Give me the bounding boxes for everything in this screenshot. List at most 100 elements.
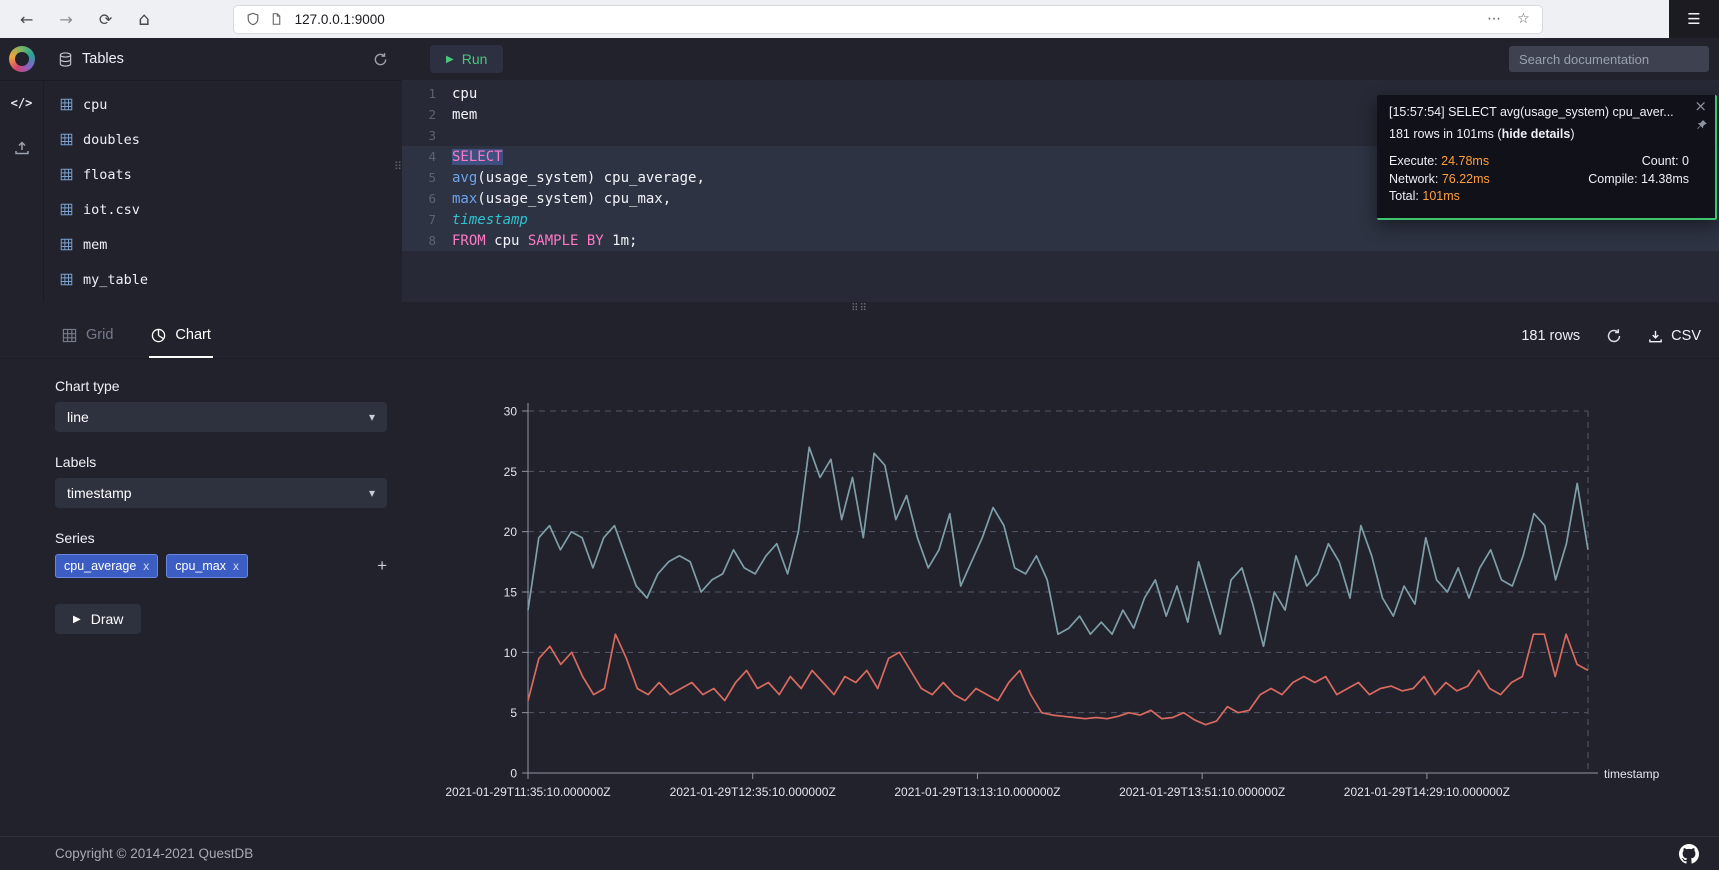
tab-grid-label: Grid [86,327,113,343]
shield-icon[interactable] [246,12,260,26]
chart-svg: 0510152025302021-01-29T11:35:10.000000Z2… [470,358,1700,836]
table-item-mem[interactable]: mem [44,227,402,262]
execute-value: 24.78ms [1441,154,1489,168]
table-item-iot-csv[interactable]: iot.csv [44,192,402,227]
tables-list: cpu doubles floats iot.csv mem my_table [44,80,402,302]
labels-value: timestamp [67,485,132,501]
horizontal-splitter[interactable]: ⠿⠿ [0,302,1719,314]
compile-value: Compile: 14.38ms [1588,171,1689,189]
table-grid-icon [60,203,73,216]
page-info-icon[interactable] [270,12,283,26]
bookmark-star-icon[interactable]: ☆ [1517,11,1530,27]
series-chip-cpu-max[interactable]: cpu_max x [166,554,248,578]
footer: Copyright © 2014-2021 QuestDB [0,836,1719,870]
download-icon [1648,329,1663,344]
import-upload-icon[interactable] [14,140,30,156]
table-name: cpu [83,97,107,113]
hide-details-link[interactable]: hide details [1502,127,1571,141]
pin-icon[interactable] [1696,119,1708,131]
draw-button[interactable]: ▶ Draw [55,604,141,634]
table-name: mem [83,237,107,253]
run-button[interactable]: ▶ Run [430,45,503,73]
run-play-icon: ▶ [446,54,454,65]
line-number: 4 [402,149,452,164]
refresh-page-icon[interactable]: ⟳ [99,10,112,29]
svg-text:30: 30 [504,405,518,419]
results-header: Grid Chart 181 rows CSV [0,314,1719,359]
pie-chart-icon [151,328,166,343]
table-item-cpu[interactable]: cpu [44,87,402,122]
remove-series-icon[interactable]: x [143,559,149,573]
questdb-logo-mark [9,46,35,72]
left-rail: </> [0,80,44,302]
table-grid-icon [60,168,73,181]
run-button-label: Run [462,51,488,67]
line-number: 6 [402,191,452,206]
code-line[interactable]: 8FROM cpu SAMPLE BY 1m; [402,230,1719,251]
series-label: Series [55,530,387,546]
notification-title: [15:57:54] SELECT avg(usage_system) cpu_… [1389,105,1689,119]
tab-chart[interactable]: Chart [149,314,212,358]
network-value: 76.22ms [1442,172,1490,186]
github-icon[interactable] [1679,844,1699,864]
panel-drag-handle-icon[interactable]: ⠿ [394,160,402,173]
chevron-down-icon: ▾ [369,486,375,500]
table-name: floats [83,167,132,183]
table-grid-icon [60,273,73,286]
draw-play-icon: ▶ [73,614,81,625]
chart-config-panel: Chart type line ▾ Labels timestamp ▾ Ser… [55,378,387,634]
svg-text:25: 25 [504,465,518,479]
svg-text:2021-01-29T13:13:10.000000Z: 2021-01-29T13:13:10.000000Z [894,785,1060,799]
home-icon[interactable]: ⌂ [138,9,149,30]
draw-button-label: Draw [91,611,124,627]
tab-chart-label: Chart [175,327,210,343]
remove-series-icon[interactable]: x [233,559,239,573]
table-item-floats[interactable]: floats [44,157,402,192]
tab-grid[interactable]: Grid [60,314,115,358]
svg-text:10: 10 [504,646,518,660]
forward-icon[interactable]: → [59,10,72,29]
url-input[interactable] [293,11,1477,28]
hamburger-menu-icon[interactable]: ☰ [1687,10,1700,28]
chevron-down-icon: ▾ [369,410,375,424]
app-topbar: Tables ▶ Run [0,38,1719,81]
code-editor-icon[interactable]: </> [11,96,33,110]
series-row: cpu_average x cpu_max x + [55,554,387,578]
more-options-icon[interactable]: ⋯ [1487,11,1501,27]
line-number: 1 [402,86,452,101]
back-icon[interactable]: ← [20,10,33,29]
questdb-console: Tables ▶ Run </> cpu [0,38,1719,870]
series-chip-cpu-average[interactable]: cpu_average x [55,554,158,578]
browser-toolbar: ← → ⟳ ⌂ ⋯ ☆ ☰ [0,0,1719,39]
network-label: Network: [1389,172,1438,186]
csv-label: CSV [1671,328,1701,344]
labels-select[interactable]: timestamp ▾ [55,478,387,508]
chart-type-value: line [67,409,89,425]
svg-text:2021-01-29T13:51:10.000000Z: 2021-01-29T13:51:10.000000Z [1119,785,1285,799]
svg-text:0: 0 [510,767,517,781]
close-icon[interactable]: × [1694,99,1707,114]
table-item-doubles[interactable]: doubles [44,122,402,157]
total-label: Total: [1389,189,1419,203]
row-count: 181 rows [1521,328,1580,344]
count-value: Count: 0 [1588,153,1689,171]
svg-text:2021-01-29T12:35:10.000000Z: 2021-01-29T12:35:10.000000Z [670,785,836,799]
total-value: 101ms [1422,189,1460,203]
chart-series-cpu_max [528,447,1588,646]
chart-series-cpu_average [528,634,1588,725]
notification-details: Execute: 24.78ms Network: 76.22ms Total:… [1389,153,1689,206]
refresh-results-icon[interactable] [1606,328,1622,344]
labels-label: Labels [55,454,387,470]
refresh-tables-icon[interactable] [373,52,388,67]
add-series-icon[interactable]: + [377,556,387,576]
query-notification-popup: × [15:57:54] SELECT avg(usage_system) cp… [1377,95,1717,220]
questdb-logo[interactable] [0,38,44,80]
svg-text:20: 20 [504,525,518,539]
chart-type-select[interactable]: line ▾ [55,402,387,432]
table-name: doubles [83,132,140,148]
search-documentation-input[interactable] [1509,46,1709,72]
csv-download-button[interactable]: CSV [1648,328,1701,344]
series-chip-label: cpu_average [64,559,136,573]
url-bar[interactable]: ⋯ ☆ [234,6,1542,33]
table-item-my-table[interactable]: my_table [44,262,402,297]
